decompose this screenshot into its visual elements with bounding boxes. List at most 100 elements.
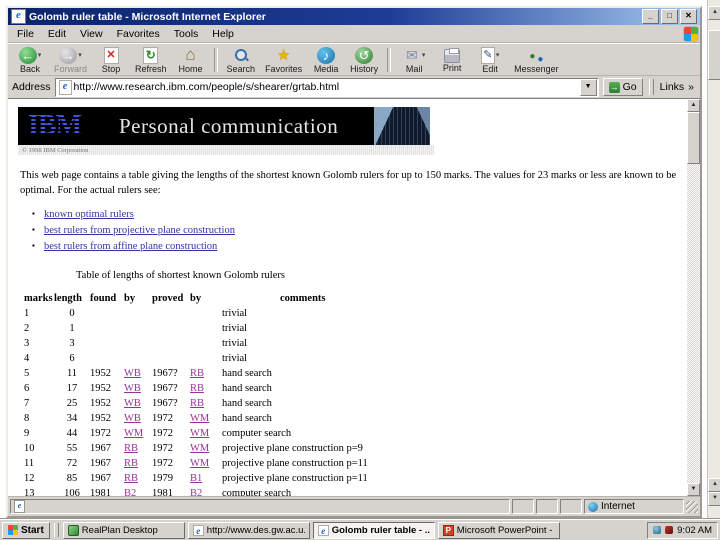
toolbar-button-home[interactable]: Home [172, 46, 210, 74]
outer-scrollbar[interactable]: ▲ ▲ ▼ [707, 0, 720, 520]
toolbar-button-history[interactable]: History [345, 46, 383, 74]
tray-icon[interactable] [665, 526, 674, 534]
person-link[interactable]: WM [124, 428, 143, 439]
menu-item-favorites[interactable]: Favorites [110, 27, 167, 41]
toolbar-button-favorites[interactable]: Favorites [260, 46, 307, 74]
person-link[interactable]: WM [190, 413, 209, 424]
scrollbar-thumb[interactable] [708, 30, 720, 80]
menu-item-file[interactable]: File [10, 27, 41, 41]
links-chevron-icon[interactable]: » [688, 81, 694, 93]
table-cell: WB [124, 379, 152, 394]
banner-title: Personal communication [119, 113, 339, 138]
taskbar-button[interactable]: Microsoft PowerPoint - [... [437, 521, 560, 539]
menu-item-edit[interactable]: Edit [41, 27, 73, 41]
person-link[interactable]: B2 [190, 488, 202, 496]
menu-item-tools[interactable]: Tools [167, 27, 206, 41]
person-link[interactable]: B2 [124, 488, 136, 496]
previous-slide-icon[interactable]: ▲ [708, 478, 720, 492]
dropdown-caret-icon[interactable]: ▾ [38, 51, 42, 59]
table-cell: 1981 [152, 488, 173, 496]
person-link[interactable]: WB [124, 368, 141, 379]
scroll-down-icon[interactable]: ▼ [687, 483, 700, 496]
internet-globe-icon [588, 501, 598, 512]
person-link[interactable]: RB [124, 458, 138, 469]
person-link[interactable]: RB [190, 383, 204, 394]
address-field[interactable]: e ▼ [54, 77, 599, 97]
page-link[interactable]: best rulers from affine plane constructi… [44, 241, 217, 252]
toolbar-button-back[interactable]: ▾ Back [11, 46, 49, 74]
bar-grip[interactable] [648, 79, 654, 95]
taskbar-button-label: Microsoft PowerPoint - [... [456, 524, 555, 536]
table-cell: hand search [222, 413, 272, 424]
page-link[interactable]: known optimal rulers [44, 209, 134, 220]
toolbar-button-label: Forward [54, 63, 88, 74]
person-link[interactable]: RB [190, 398, 204, 409]
table-cell: 1 [24, 308, 30, 319]
column-header: marks [24, 293, 53, 304]
taskbar-button[interactable]: http://www.des.gw.ac.u... [187, 521, 310, 539]
toolbar-button-messenger[interactable]: Messenger [509, 46, 564, 74]
toolbar-button-edit[interactable]: ▾ Edit [471, 46, 509, 74]
toolbar-button-search[interactable]: Search [222, 46, 261, 74]
table-row: 3 3 trivial [24, 334, 368, 349]
maximize-button[interactable]: □ [661, 9, 678, 24]
person-link[interactable]: RB [124, 473, 138, 484]
go-button[interactable]: → Go [602, 78, 643, 96]
toolbar-icon-row [317, 46, 336, 64]
links-menu[interactable]: Links » [660, 81, 696, 93]
title-bar[interactable]: e Golomb ruler table - Microsoft Interne… [8, 8, 700, 25]
toolbar-icon-row [103, 46, 119, 64]
toolbar-button-stop[interactable]: Stop [92, 46, 130, 74]
table-cell: WM [190, 409, 222, 424]
person-link[interactable]: WB [124, 398, 141, 409]
taskbar-button[interactable]: Golomb ruler table - ... [312, 521, 435, 539]
table-cell: hand search [222, 368, 272, 379]
address-dropdown-icon[interactable]: ▼ [579, 78, 597, 96]
person-link[interactable]: WM [190, 458, 209, 469]
list-item: known optimal rulers [32, 209, 681, 225]
toolbar-button-refresh[interactable]: Refresh [130, 46, 172, 74]
dropdown-caret-icon[interactable]: ▾ [78, 51, 82, 59]
mail-icon [403, 47, 421, 64]
toolbar-button-mail[interactable]: ▾ Mail [395, 46, 433, 74]
dropdown-caret-icon[interactable]: ▾ [422, 51, 426, 59]
table-cell [152, 334, 190, 349]
taskbar-grip[interactable] [53, 523, 59, 537]
person-link[interactable]: WB [124, 413, 141, 424]
toolbar-button-media[interactable]: Media [307, 46, 345, 74]
person-link[interactable]: WB [124, 383, 141, 394]
minimize-button[interactable]: _ [642, 9, 659, 24]
page-scrollbar[interactable]: ▲ ▼ [687, 99, 700, 496]
table-cell [124, 349, 152, 364]
person-link[interactable]: WM [190, 443, 209, 454]
menu-item-help[interactable]: Help [205, 27, 241, 41]
scroll-up-icon[interactable]: ▲ [708, 6, 720, 20]
toolbar-button-forward[interactable]: ▾ Forward [49, 46, 92, 74]
toolbar-button-print[interactable]: Print [433, 46, 471, 73]
table-cell: hand search [222, 383, 272, 394]
start-button[interactable]: Start [2, 521, 50, 539]
toolbar-icon-row [275, 47, 293, 64]
toolbar-icon-row: ▾ [480, 46, 500, 64]
menu-item-view[interactable]: View [73, 27, 110, 41]
table-cell: 1981 [90, 488, 111, 496]
resize-grip[interactable] [686, 500, 698, 513]
scroll-up-icon[interactable]: ▲ [687, 99, 700, 112]
person-link[interactable]: RB [190, 368, 204, 379]
dropdown-caret-icon[interactable]: ▾ [496, 51, 500, 59]
system-tray[interactable]: 9:02 AM [647, 521, 718, 539]
home-icon [182, 47, 200, 64]
scrollbar-thumb[interactable] [687, 112, 700, 164]
person-link[interactable]: B1 [190, 473, 202, 484]
table-cell: 6 [69, 353, 75, 364]
person-link[interactable]: RB [124, 443, 138, 454]
page-link[interactable]: best rulers from projective plane constr… [44, 225, 235, 236]
table-cell: 1967 [90, 458, 111, 469]
close-button[interactable]: ✕ [680, 9, 697, 24]
search-icon [232, 47, 250, 64]
person-link[interactable]: WM [190, 428, 209, 439]
next-slide-icon[interactable]: ▼ [708, 492, 720, 506]
taskbar-button[interactable]: RealPlan Desktop [62, 521, 185, 539]
address-input[interactable] [73, 80, 580, 94]
tray-icon[interactable] [653, 526, 662, 534]
